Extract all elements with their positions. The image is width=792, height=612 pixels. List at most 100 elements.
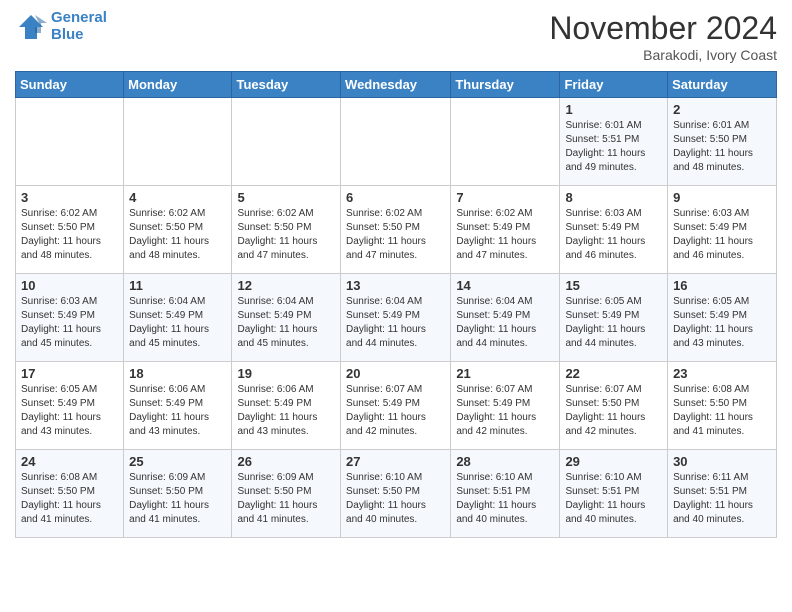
calendar-header-row: SundayMondayTuesdayWednesdayThursdayFrid… [16,72,777,98]
day-number: 19 [237,366,335,381]
day-info: Sunrise: 6:09 AM Sunset: 5:50 PM Dayligh… [237,471,335,527]
calendar-cell: 24 Sunrise: 6:08 AM Sunset: 5:50 PM Dayli… [16,450,124,538]
day-info: Sunrise: 6:07 AM Sunset: 5:49 PM Dayligh… [346,383,445,439]
calendar-cell [451,98,560,186]
calendar-cell: 20 Sunrise: 6:07 AM Sunset: 5:49 PM Dayli… [341,362,451,450]
day-number: 13 [346,278,445,293]
day-number: 20 [346,366,445,381]
calendar-cell [341,98,451,186]
title-area: November 2024 Barakodi, Ivory Coast [549,10,777,63]
calendar-cell [124,98,232,186]
day-info: Sunrise: 6:07 AM Sunset: 5:50 PM Dayligh… [565,383,662,439]
day-number: 6 [346,190,445,205]
day-number: 1 [565,102,662,117]
calendar-cell: 23Sunrise: 6:08 AM Sunset: 5:50 PM Dayli… [668,362,777,450]
day-number: 22 [565,366,662,381]
calendar-cell: 4 Sunrise: 6:02 AM Sunset: 5:50 PM Daylig… [124,186,232,274]
day-info: Sunrise: 6:10 AM Sunset: 5:50 PM Dayligh… [346,471,445,527]
calendar-cell: 28 Sunrise: 6:10 AM Sunset: 5:51 PM Dayli… [451,450,560,538]
day-number: 17 [21,366,118,381]
day-info: Sunrise: 6:05 AM Sunset: 5:49 PM Dayligh… [673,295,771,351]
calendar-cell: 12 Sunrise: 6:04 AM Sunset: 5:49 PM Dayli… [232,274,341,362]
day-info: Sunrise: 6:05 AM Sunset: 5:49 PM Dayligh… [565,295,662,351]
header: General Blue November 2024 Barakodi, Ivo… [15,10,777,63]
calendar-cell: 9 Sunrise: 6:03 AM Sunset: 5:49 PM Daylig… [668,186,777,274]
calendar-cell: 14Sunrise: 6:04 AM Sunset: 5:49 PM Dayli… [451,274,560,362]
day-info: Sunrise: 6:02 AM Sunset: 5:50 PM Dayligh… [129,207,226,263]
calendar-week-row: 3 Sunrise: 6:02 AM Sunset: 5:50 PM Daylig… [16,186,777,274]
day-number: 4 [129,190,226,205]
calendar-cell: 11 Sunrise: 6:04 AM Sunset: 5:49 PM Dayli… [124,274,232,362]
calendar-cell: 13 Sunrise: 6:04 AM Sunset: 5:49 PM Dayli… [341,274,451,362]
day-info: Sunrise: 6:04 AM Sunset: 5:49 PM Dayligh… [129,295,226,351]
day-number: 5 [237,190,335,205]
calendar-cell: 16 Sunrise: 6:05 AM Sunset: 5:49 PM Dayli… [668,274,777,362]
day-info: Sunrise: 6:08 AM Sunset: 5:50 PM Dayligh… [21,471,118,527]
calendar-cell: 10Sunrise: 6:03 AM Sunset: 5:49 PM Dayli… [16,274,124,362]
day-number: 9 [673,190,771,205]
day-number: 11 [129,278,226,293]
calendar-week-row: 10Sunrise: 6:03 AM Sunset: 5:49 PM Dayli… [16,274,777,362]
day-info: Sunrise: 6:10 AM Sunset: 5:51 PM Dayligh… [456,471,554,527]
day-number: 7 [456,190,554,205]
weekday-header: Friday [560,72,668,98]
page: General Blue November 2024 Barakodi, Ivo… [0,0,792,553]
day-info: Sunrise: 6:02 AM Sunset: 5:49 PM Dayligh… [456,207,554,263]
calendar-cell: 7 Sunrise: 6:02 AM Sunset: 5:49 PM Daylig… [451,186,560,274]
calendar-cell [16,98,124,186]
weekday-header: Tuesday [232,72,341,98]
calendar-week-row: 17 Sunrise: 6:05 AM Sunset: 5:49 PM Dayli… [16,362,777,450]
calendar-cell: 1 Sunrise: 6:01 AM Sunset: 5:51 PM Daylig… [560,98,668,186]
day-number: 18 [129,366,226,381]
calendar-cell: 27 Sunrise: 6:10 AM Sunset: 5:50 PM Dayli… [341,450,451,538]
calendar-cell: 29 Sunrise: 6:10 AM Sunset: 5:51 PM Dayli… [560,450,668,538]
logo: General Blue [15,10,107,43]
calendar-table: SundayMondayTuesdayWednesdayThursdayFrid… [15,71,777,538]
day-number: 3 [21,190,118,205]
day-number: 12 [237,278,335,293]
day-info: Sunrise: 6:03 AM Sunset: 5:49 PM Dayligh… [673,207,771,263]
weekday-header: Sunday [16,72,124,98]
location-subtitle: Barakodi, Ivory Coast [549,47,777,63]
day-number: 24 [21,454,118,469]
day-number: 15 [565,278,662,293]
calendar-cell: 21Sunrise: 6:07 AM Sunset: 5:49 PM Dayli… [451,362,560,450]
day-number: 27 [346,454,445,469]
day-number: 2 [673,102,771,117]
day-info: Sunrise: 6:01 AM Sunset: 5:50 PM Dayligh… [673,119,771,175]
day-info: Sunrise: 6:10 AM Sunset: 5:51 PM Dayligh… [565,471,662,527]
day-number: 28 [456,454,554,469]
day-number: 8 [565,190,662,205]
calendar-cell: 30Sunrise: 6:11 AM Sunset: 5:51 PM Dayli… [668,450,777,538]
day-number: 26 [237,454,335,469]
day-info: Sunrise: 6:04 AM Sunset: 5:49 PM Dayligh… [346,295,445,351]
weekday-header: Monday [124,72,232,98]
calendar-cell: 2 Sunrise: 6:01 AM Sunset: 5:50 PM Daylig… [668,98,777,186]
calendar-cell: 8 Sunrise: 6:03 AM Sunset: 5:49 PM Daylig… [560,186,668,274]
weekday-header: Saturday [668,72,777,98]
day-info: Sunrise: 6:03 AM Sunset: 5:49 PM Dayligh… [565,207,662,263]
day-info: Sunrise: 6:11 AM Sunset: 5:51 PM Dayligh… [673,471,771,527]
day-number: 29 [565,454,662,469]
day-info: Sunrise: 6:06 AM Sunset: 5:49 PM Dayligh… [237,383,335,439]
day-number: 10 [21,278,118,293]
day-info: Sunrise: 6:05 AM Sunset: 5:49 PM Dayligh… [21,383,118,439]
day-info: Sunrise: 6:02 AM Sunset: 5:50 PM Dayligh… [21,207,118,263]
day-info: Sunrise: 6:02 AM Sunset: 5:50 PM Dayligh… [346,207,445,263]
day-info: Sunrise: 6:06 AM Sunset: 5:49 PM Dayligh… [129,383,226,439]
calendar-cell: 15 Sunrise: 6:05 AM Sunset: 5:49 PM Dayli… [560,274,668,362]
day-info: Sunrise: 6:01 AM Sunset: 5:51 PM Dayligh… [565,119,662,175]
calendar-cell: 26 Sunrise: 6:09 AM Sunset: 5:50 PM Dayli… [232,450,341,538]
day-number: 25 [129,454,226,469]
calendar-cell: 3 Sunrise: 6:02 AM Sunset: 5:50 PM Daylig… [16,186,124,274]
month-title: November 2024 [549,10,777,47]
day-number: 16 [673,278,771,293]
weekday-header: Thursday [451,72,560,98]
calendar-cell: 22 Sunrise: 6:07 AM Sunset: 5:50 PM Dayli… [560,362,668,450]
day-number: 21 [456,366,554,381]
day-info: Sunrise: 6:02 AM Sunset: 5:50 PM Dayligh… [237,207,335,263]
day-info: Sunrise: 6:04 AM Sunset: 5:49 PM Dayligh… [237,295,335,351]
day-info: Sunrise: 6:08 AM Sunset: 5:50 PM Dayligh… [673,383,771,439]
weekday-header: Wednesday [341,72,451,98]
calendar-cell: 25Sunrise: 6:09 AM Sunset: 5:50 PM Dayli… [124,450,232,538]
